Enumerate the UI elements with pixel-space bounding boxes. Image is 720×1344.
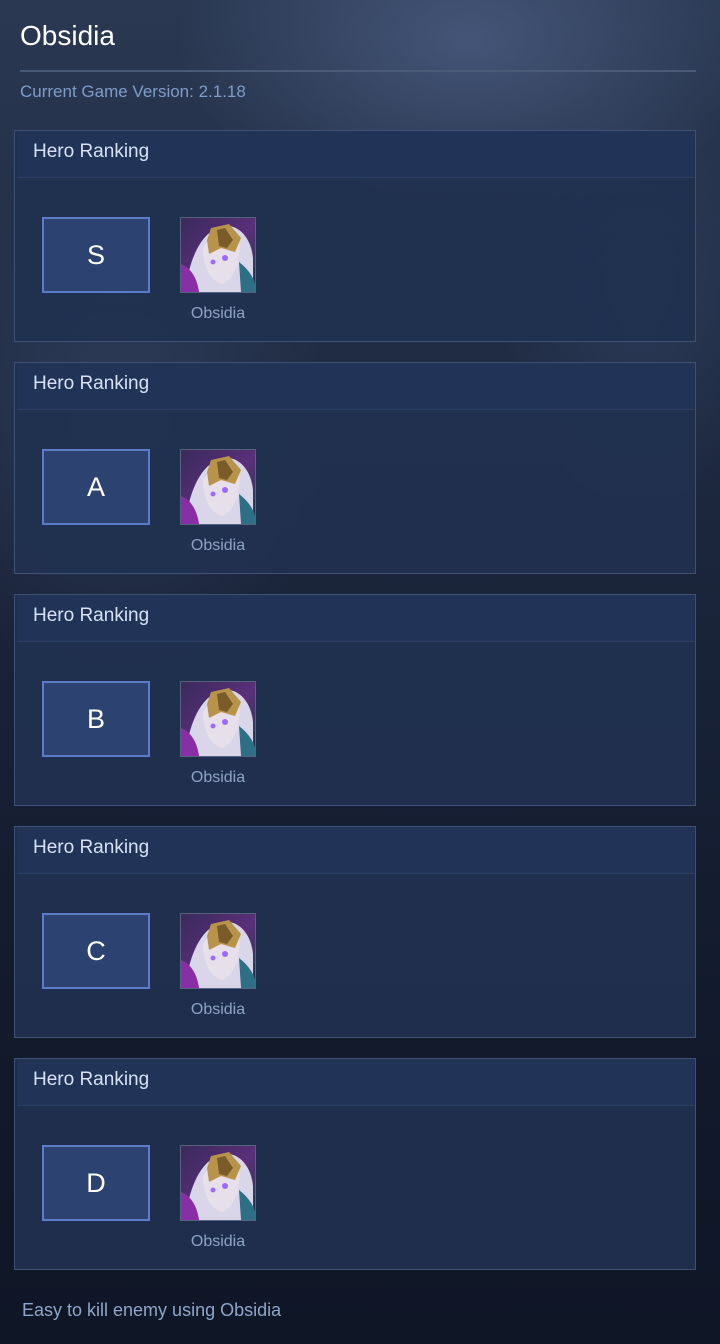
tier-badge-c: C — [42, 913, 150, 989]
tier-badge-a: A — [42, 449, 150, 525]
ranking-card-title: Hero Ranking — [33, 1069, 150, 1090]
ranking-card-c: Hero Ranking C Obsidia — [14, 826, 696, 1038]
hero-name-label: Obsidia — [190, 769, 246, 786]
obsidia-portrait-icon[interactable] — [180, 913, 256, 989]
game-version-text: Current Game Version: 2.1.18 — [20, 82, 246, 101]
ranking-card-header: Hero Ranking — [17, 363, 694, 410]
hero-name-label: Obsidia — [190, 305, 246, 322]
page: Obsidia Current Game Version: 2.1.18 Her… — [0, 0, 720, 1344]
hero-name-label: Obsidia — [190, 1001, 246, 1018]
ranking-card-b: Hero Ranking B Obsidia — [14, 594, 696, 806]
header-divider — [20, 70, 696, 72]
hero-name-label: Obsidia — [190, 1233, 246, 1250]
obsidia-portrait-icon[interactable] — [180, 449, 256, 525]
hero-name-label: Obsidia — [190, 537, 246, 554]
ranking-card-title: Hero Ranking — [33, 605, 150, 626]
ranking-card-s: Hero Ranking S Obsidia — [14, 130, 696, 342]
ranking-card-header: Hero Ranking — [17, 827, 694, 874]
ranking-card-title: Hero Ranking — [33, 837, 150, 858]
footer-tip-text: Easy to kill enemy using Obsidia — [22, 1300, 282, 1320]
ranking-card-a: Hero Ranking A Obsidia — [14, 362, 696, 574]
tier-badge-d: D — [42, 1145, 150, 1221]
ranking-card-d: Hero Ranking D Obsidia — [14, 1058, 696, 1270]
tier-badge-b: B — [42, 681, 150, 757]
ranking-card-header: Hero Ranking — [17, 131, 694, 178]
ranking-card-header: Hero Ranking — [17, 1059, 694, 1106]
tier-badge-s: S — [42, 217, 150, 293]
page-title: Obsidia — [20, 20, 115, 51]
ranking-card-title: Hero Ranking — [33, 141, 150, 162]
obsidia-portrait-icon[interactable] — [180, 1145, 256, 1221]
obsidia-portrait-icon[interactable] — [180, 681, 256, 757]
ranking-card-title: Hero Ranking — [33, 373, 150, 394]
ranking-card-header: Hero Ranking — [17, 595, 694, 642]
obsidia-portrait-icon[interactable] — [180, 217, 256, 293]
